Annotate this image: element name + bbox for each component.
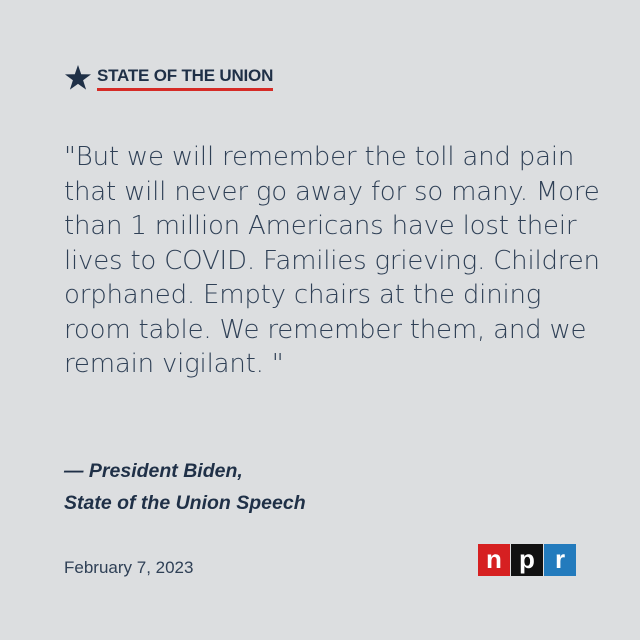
header-title-wrap: STATE OF THE UNION <box>97 66 273 91</box>
npr-logo-letter-p: p <box>511 544 543 576</box>
header-underline <box>97 87 274 91</box>
attribution-line-2: State of the Union Speech <box>64 492 306 514</box>
npr-logo: n p r <box>478 544 576 576</box>
npr-logo-letter-r: r <box>544 544 576 576</box>
quote-text: "But we will remember the toll and pain … <box>64 142 600 379</box>
header: STATE OF THE UNION <box>64 64 273 92</box>
star-icon <box>65 65 91 90</box>
date: February 7, 2023 <box>64 558 194 577</box>
npr-logo-letter-n: n <box>478 544 510 576</box>
attribution-line-1: — President Biden, <box>64 460 243 482</box>
header-title: STATE OF THE UNION <box>97 65 274 85</box>
attribution: — President Biden, State of the Union Sp… <box>64 455 306 519</box>
